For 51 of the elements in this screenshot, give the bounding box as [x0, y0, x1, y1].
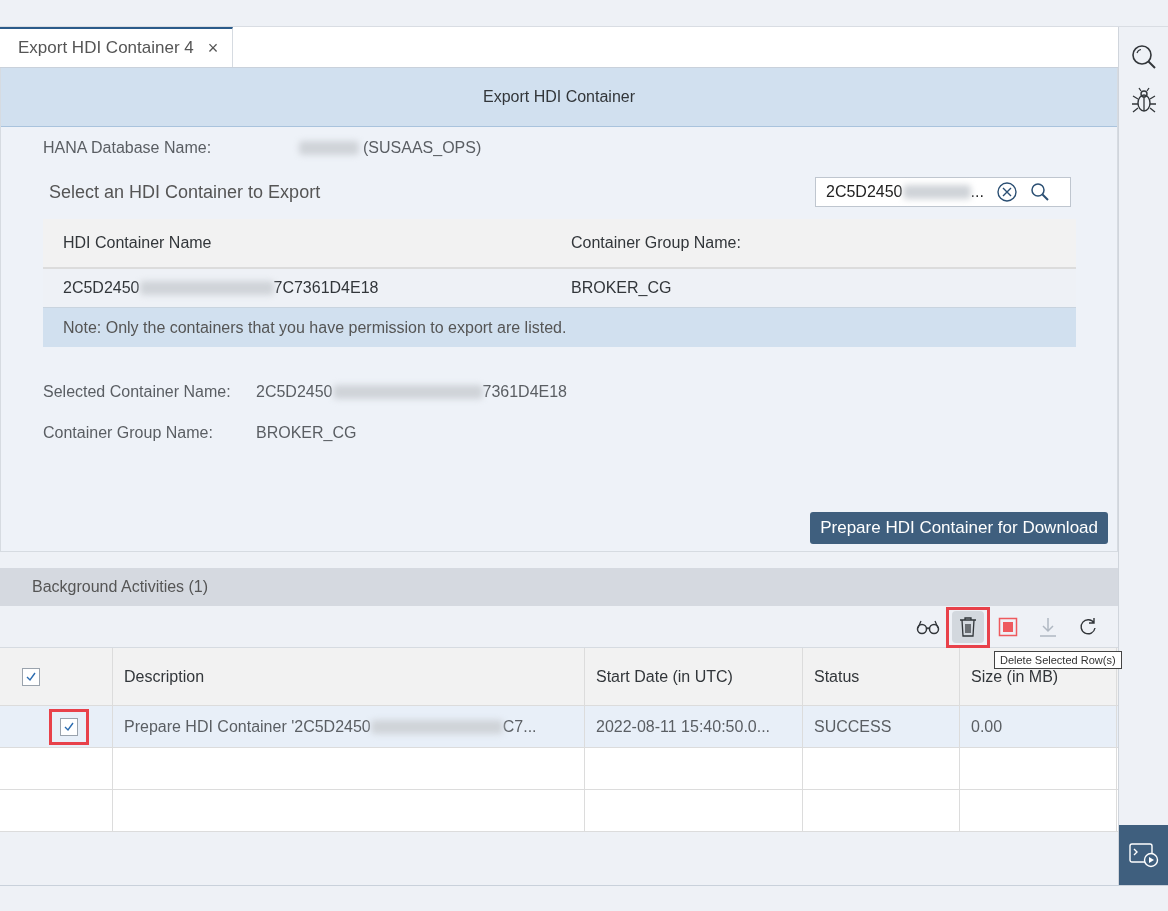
download-icon: [1038, 615, 1058, 638]
stop-icon: [998, 616, 1018, 637]
table-cell: C7...: [502, 717, 537, 736]
table-row[interactable]: Prepare HDI Container '2C5D2450 C7... 2022-08-11 15:40:50.0... SUCCESS 0.00: [0, 706, 1118, 748]
column-header: HDI Container Name: [62, 234, 213, 252]
row-checkbox[interactable]: [60, 717, 78, 736]
glasses-icon: [916, 618, 940, 635]
field-value: 2C5D2450: [256, 383, 333, 401]
section-title: Background Activities (1): [32, 578, 209, 596]
bug-icon[interactable]: [1130, 87, 1157, 115]
table-cell-text: BROKER_CG: [570, 279, 673, 297]
table-cell: 7C7361D4E18: [273, 279, 379, 297]
search-icon[interactable]: [1029, 182, 1050, 202]
search-value: 2C5D2450: [826, 183, 903, 201]
table-cell: 2022-08-11 15:40:50.0...: [596, 717, 771, 736]
trash-icon: [958, 615, 978, 638]
table-cell: 0.00: [971, 717, 1003, 736]
search-icon[interactable]: [1129, 43, 1158, 71]
editor-tab[interactable]: Export HDI Container 4 ×: [0, 27, 234, 67]
column-header: Description: [124, 667, 205, 686]
highlight-frame: [946, 606, 990, 648]
terminal-button[interactable]: [1119, 825, 1168, 885]
delete-button[interactable]: [952, 610, 984, 643]
terminal-play-icon: [1128, 842, 1159, 868]
blurred-text: [299, 141, 359, 155]
check-icon: [25, 670, 37, 683]
field-value: (SUSAAS_OPS): [363, 139, 482, 157]
column-header: Start Date (in UTC): [596, 667, 733, 686]
column-header: Container Group Name:: [570, 234, 742, 252]
search-value: ...: [970, 183, 984, 201]
prepare-download-button[interactable]: Prepare HDI Container for Download: [810, 512, 1108, 544]
table-cell: 2C5D2450: [63, 279, 140, 297]
field-label: Selected Container Name:: [43, 383, 232, 401]
note-text: Note: Only the containers that you have permission to export are listed.: [63, 318, 567, 337]
field-label: Container Group Name:: [43, 424, 214, 442]
tab-label: Export HDI Container 4: [18, 38, 194, 58]
blurred-text: [902, 185, 971, 199]
panel-title: Export HDI Container: [482, 88, 636, 106]
field-label: HANA Database Name:: [43, 139, 213, 157]
table-cell: SUCCESS: [814, 717, 892, 736]
field-value: BROKER_CG: [256, 424, 357, 442]
check-icon: [63, 720, 75, 733]
column-header: Status: [814, 667, 860, 686]
select-all-checkbox[interactable]: [22, 667, 40, 686]
search-field[interactable]: 2C5D2450 ...: [815, 177, 1071, 207]
table-cell: Prepare HDI Container '2C5D2450: [124, 717, 371, 736]
field-value: 7361D4E18: [482, 383, 567, 401]
column-header: Size (in MB): [971, 667, 1059, 686]
clear-icon[interactable]: [995, 181, 1018, 203]
close-icon[interactable]: ×: [207, 37, 219, 59]
section-title: Select an HDI Container to Export: [49, 181, 321, 203]
